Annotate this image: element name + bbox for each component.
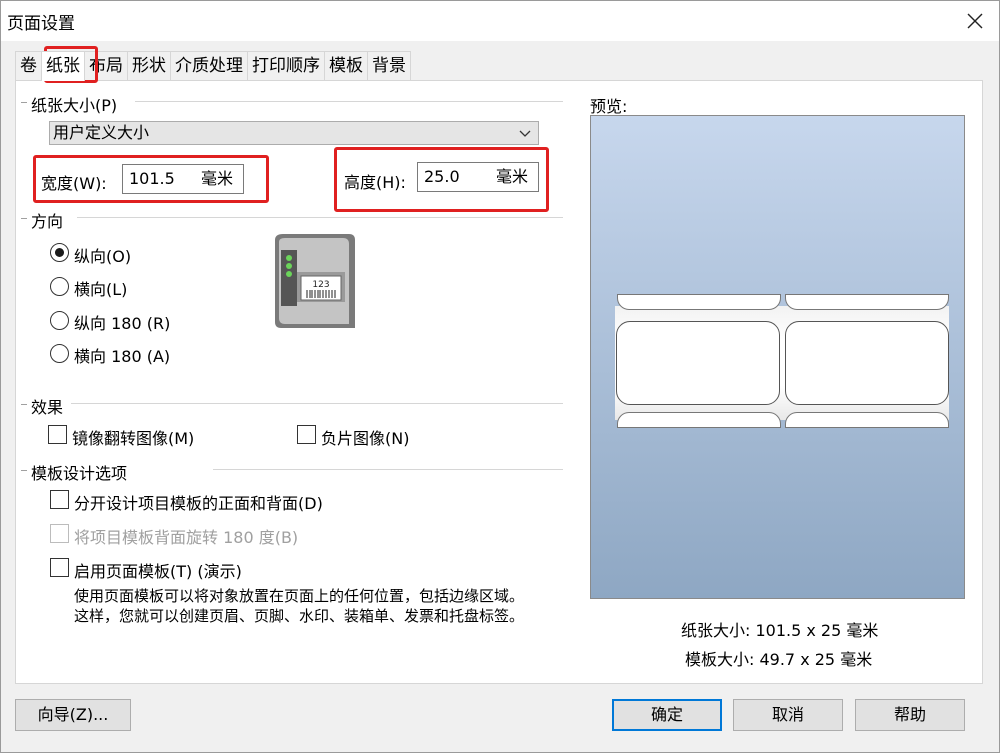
- template-options-group-label: 模板设计选项: [27, 460, 132, 484]
- label-preview: [616, 321, 780, 405]
- label-strip: [615, 294, 949, 428]
- enable-page-template-label[interactable]: 启用页面模板(T) (演示): [74, 558, 242, 582]
- tab-roll[interactable]: 卷: [15, 51, 42, 81]
- label-preview-partial: [617, 294, 781, 310]
- rotate-back-label: 将项目模板背面旋转 180 度(B): [74, 528, 299, 547]
- width-value: 101.5: [129, 169, 175, 188]
- tab-print-order[interactable]: 打印顺序: [247, 51, 325, 81]
- ok-button[interactable]: 确定: [612, 699, 722, 731]
- height-label: 高度(H):: [344, 173, 406, 192]
- radio-landscape-label[interactable]: 横向(L): [74, 276, 127, 300]
- paper-size-selected: 用户定义大小: [53, 123, 150, 142]
- paper-preview: [590, 115, 965, 599]
- wizard-button[interactable]: 向导(Z)...: [15, 699, 131, 731]
- enable-page-template-checkbox[interactable]: [50, 558, 69, 577]
- label-preview-partial: [785, 294, 949, 310]
- tab-strip: 卷 纸张 布局 形状 介质处理 打印顺序 模板 背景: [15, 51, 411, 81]
- width-unit: 毫米: [201, 169, 234, 188]
- window-title: 页面设置: [7, 14, 75, 34]
- orientation-group-label: 方向: [27, 208, 68, 232]
- separate-front-back-label[interactable]: 分开设计项目模板的正面和背面(D): [74, 490, 323, 514]
- radio-portrait[interactable]: [50, 243, 69, 262]
- width-label: 宽度(W):: [41, 174, 107, 193]
- tab-template[interactable]: 模板: [324, 51, 368, 81]
- close-button[interactable]: [957, 3, 993, 39]
- paper-size-group-label: 纸张大小(P): [27, 92, 122, 116]
- label-preview-partial: [617, 412, 781, 428]
- paper-size-info: 纸张大小: 101.5 x 25 毫米: [681, 621, 879, 640]
- radio-landscape-180[interactable]: [50, 344, 69, 363]
- radio-landscape-180-label[interactable]: 横向 180 (A): [74, 343, 170, 367]
- paper-size-select[interactable]: 用户定义大小: [49, 121, 539, 145]
- mirror-image-checkbox[interactable]: [48, 425, 67, 444]
- group-divider: [71, 403, 563, 404]
- rotate-back-checkbox: [50, 524, 69, 543]
- page-template-description-line1: 使用页面模板可以将对象放置在页面上的任何位置，包括边缘区域。: [74, 587, 525, 605]
- height-unit: 毫米: [496, 167, 529, 186]
- label-preview-partial: [785, 412, 949, 428]
- chevron-down-icon: [518, 125, 532, 147]
- group-divider: [213, 469, 563, 470]
- close-icon: [967, 13, 983, 29]
- radio-portrait-label[interactable]: 纵向(O): [74, 243, 131, 267]
- title-bar: 页面设置: [1, 1, 999, 41]
- tab-paper[interactable]: 纸张: [41, 51, 85, 81]
- group-divider: [135, 101, 563, 102]
- separate-front-back-checkbox[interactable]: [50, 490, 69, 509]
- page-template-description-line2: 这样，您就可以创建页眉、页脚、水印、装箱单、发票和托盘标签。: [74, 607, 525, 625]
- radio-portrait-180[interactable]: [50, 311, 69, 330]
- effects-group-label: 效果: [27, 394, 68, 418]
- radio-portrait-180-label[interactable]: 纵向 180 (R): [74, 310, 170, 334]
- height-value: 25.0: [424, 167, 460, 186]
- mirror-image-label[interactable]: 镜像翻转图像(M): [72, 425, 194, 449]
- tab-background[interactable]: 背景: [367, 51, 411, 81]
- printer-label-text: 123: [312, 280, 329, 290]
- tab-shape[interactable]: 形状: [127, 51, 171, 81]
- group-divider: [77, 217, 563, 218]
- negative-image-checkbox[interactable]: [297, 425, 316, 444]
- help-button[interactable]: 帮助: [855, 699, 965, 731]
- width-input[interactable]: 101.5 毫米: [122, 164, 244, 194]
- label-printer-icon: 123: [275, 234, 355, 328]
- height-input[interactable]: 25.0 毫米: [417, 162, 539, 192]
- preview-label: 预览:: [590, 97, 628, 116]
- template-size-info: 模板大小: 49.7 x 25 毫米: [685, 650, 873, 669]
- label-preview: [785, 321, 949, 405]
- radio-landscape[interactable]: [50, 277, 69, 296]
- tab-media-handling[interactable]: 介质处理: [170, 51, 248, 81]
- negative-image-label[interactable]: 负片图像(N): [321, 425, 409, 449]
- page-setup-dialog: 页面设置 卷 纸张 布局 形状 介质处理 打印顺序 模板 背景 纸张大小(P) …: [0, 0, 1000, 753]
- cancel-button[interactable]: 取消: [733, 699, 843, 731]
- tab-layout[interactable]: 布局: [84, 51, 128, 81]
